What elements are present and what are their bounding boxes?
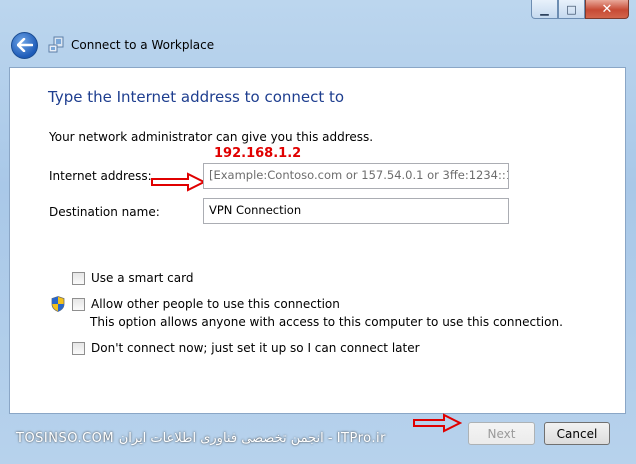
smart-card-label: Use a smart card: [91, 271, 194, 285]
internet-address-input[interactable]: [Example:Contoso.com or 157.54.0.1 or 3f…: [203, 163, 509, 189]
uac-shield-icon: [51, 296, 65, 312]
smart-card-option[interactable]: Use a smart card: [72, 271, 193, 285]
next-button-label: Next: [487, 426, 516, 441]
close-button[interactable]: ✕: [585, 0, 629, 19]
destination-name-value: VPN Connection: [209, 203, 302, 217]
annotation-arrow-icon: [151, 172, 206, 192]
annotation-arrow-next-icon: [413, 413, 462, 433]
smart-card-checkbox[interactable]: [72, 271, 85, 285]
connect-later-label: Don't connect now; just set it up so I c…: [91, 341, 420, 355]
minimize-button[interactable]: ▁: [531, 0, 558, 19]
wizard-content: Type the Internet address to connect to …: [9, 67, 626, 414]
network-icon: [48, 36, 66, 54]
page-description: Your network administrator can give you …: [49, 130, 374, 144]
maximize-icon: □: [566, 2, 577, 16]
internet-address-placeholder: [Example:Contoso.com or 157.54.0.1 or 3f…: [209, 168, 509, 182]
back-arrow-icon: [16, 38, 33, 52]
share-connection-checkbox[interactable]: [72, 297, 85, 311]
cancel-button-label: Cancel: [556, 426, 598, 441]
wizard-header: Connect to a Workplace: [11, 30, 214, 60]
destination-name-input[interactable]: VPN Connection: [203, 198, 509, 224]
close-icon: ✕: [601, 1, 613, 17]
share-connection-label: Allow other people to use this connectio…: [91, 297, 340, 311]
page-heading: Type the Internet address to connect to: [48, 88, 345, 106]
annotation-ip-text: 192.168.1.2: [214, 146, 302, 161]
connect-later-checkbox[interactable]: [72, 341, 85, 355]
wizard-title: Connect to a Workplace: [71, 38, 215, 52]
internet-address-label: Internet address:: [49, 169, 152, 183]
connect-later-option[interactable]: Don't connect now; just set it up so I c…: [72, 341, 420, 355]
window-controls: ▁ □ ✕: [531, 0, 629, 20]
cancel-button[interactable]: Cancel: [544, 422, 610, 445]
back-button[interactable]: [11, 31, 38, 59]
maximize-button[interactable]: □: [558, 0, 585, 19]
minimize-icon: ▁: [540, 2, 549, 16]
watermark-text: TOSINSO.COM انجمن تخصصی فناوری اطلاعات ا…: [16, 431, 386, 446]
next-button[interactable]: Next: [468, 422, 535, 445]
share-connection-note: This option allows anyone with access to…: [90, 315, 563, 329]
share-connection-option[interactable]: Allow other people to use this connectio…: [72, 297, 340, 311]
destination-name-label: Destination name:: [49, 205, 160, 219]
